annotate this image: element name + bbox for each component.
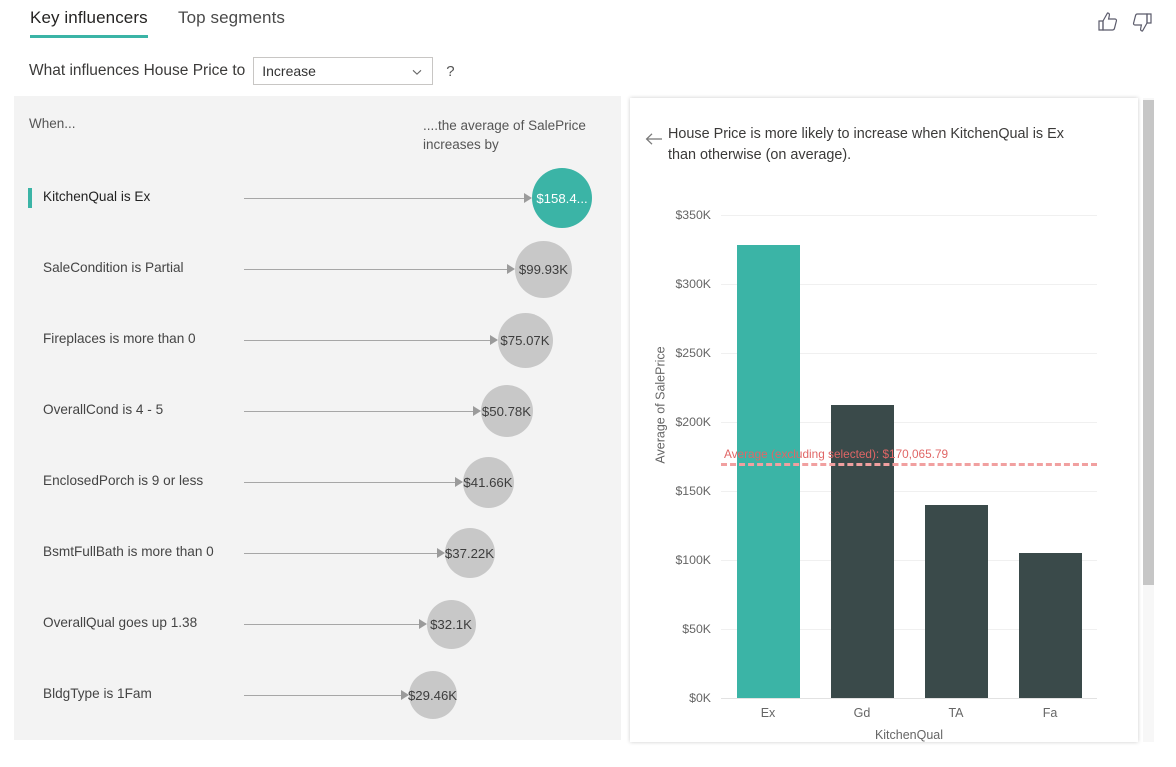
y-axis-tick-label: $100K [643,553,711,567]
influence-direction-dropdown[interactable]: Increase [253,57,433,85]
y-axis-tick-label: $250K [643,346,711,360]
column-header-when: When... [29,116,76,131]
influencer-row[interactable]: BldgType is 1Fam $29.46K [14,663,621,734]
influencer-label: OverallQual goes up 1.38 [43,615,197,630]
influencer-value-bubble[interactable]: $37.22K [445,528,495,578]
influencer-label: OverallCond is 4 - 5 [43,402,163,417]
chart-bar[interactable] [1019,553,1082,698]
influencer-value-bubble[interactable]: $99.93K [515,241,572,298]
influencer-value-bubble[interactable]: $41.66K [463,457,514,508]
influencer-row[interactable]: BsmtFullBath is more than 0 $37.22K [14,521,621,592]
question-label: What influences House Price to [29,62,245,80]
average-reference-label: Average (excluding selected): $170,065.7… [724,447,948,461]
connector-line [244,198,524,199]
connector-line [244,269,507,270]
kitchenqual-bar-chart: Average of SalePrice $0K $50K $100K $150K $2… [630,98,1138,742]
y-axis-tick-label: $200K [643,415,711,429]
selected-indicator [28,188,32,208]
y-axis-tick-label: $0K [643,691,711,705]
average-reference-line [721,463,1097,466]
x-axis-tick-label: Fa [1043,706,1058,720]
arrow-head-icon [473,406,481,416]
influencer-label: BldgType is 1Fam [43,686,152,701]
influencer-value-bubble[interactable]: $29.46K [409,671,457,719]
arrow-head-icon [419,619,427,629]
influencer-row[interactable]: OverallQual goes up 1.38 $32.1K [14,592,621,663]
y-axis-tick-label: $300K [643,277,711,291]
connector-line [244,695,401,696]
arrow-head-icon [455,477,463,487]
thumbs-down-icon[interactable] [1130,10,1154,34]
detail-card: House Price is more likely to increase w… [630,98,1138,742]
tab-bar: Key influencers Top segments [0,0,1176,46]
tab-key-influencers-label: Key influencers [30,8,148,27]
x-axis-title: KitchenQual [721,728,1097,742]
influencer-value-bubble[interactable]: $158.4... [532,168,592,228]
y-axis-title: Average of SalePrice [654,346,668,463]
y-axis-tick-label: $150K [643,484,711,498]
tab-top-segments[interactable]: Top segments [178,8,285,35]
influencer-label: Fireplaces is more than 0 [43,331,196,346]
connector-line [244,624,419,625]
chevron-down-icon [411,65,423,77]
influencer-row[interactable]: EnclosedPorch is 9 or less $41.66K [14,450,621,521]
influencer-label: SaleCondition is Partial [43,260,184,275]
influencer-row[interactable]: KitchenQual is Ex $158.4... [14,166,621,237]
question-row: What influences House Price to Increase … [29,57,455,85]
connector-line [244,553,437,554]
vertical-scrollbar-thumb[interactable] [1143,100,1154,585]
connector-line [244,411,473,412]
influencer-value-bubble[interactable]: $75.07K [498,313,553,368]
influencer-row[interactable]: SaleCondition is Partial $99.93K [14,237,621,308]
column-header-effect: ....the average of SalePrice increases b… [423,116,603,154]
x-axis-tick-label: Ex [761,706,776,720]
influencer-label: BsmtFullBath is more than 0 [43,544,214,559]
x-axis-tick-label: TA [948,706,963,720]
tab-key-influencers[interactable]: Key influencers [30,8,148,38]
influencer-label: KitchenQual is Ex [43,189,150,204]
influencer-label: EnclosedPorch is 9 or less [43,473,203,488]
arrow-head-icon [490,335,498,345]
influencer-value-bubble[interactable]: $50.78K [481,385,533,437]
y-axis-tick-label: $350K [643,208,711,222]
connector-line [244,340,490,341]
chart-bar[interactable] [925,505,988,698]
tab-top-segments-label: Top segments [178,8,285,27]
help-link[interactable]: ? [446,63,454,80]
influencer-row[interactable]: OverallCond is 4 - 5 $50.78K [14,379,621,450]
feedback-buttons [1096,10,1154,34]
arrow-head-icon [507,264,515,274]
influencer-row[interactable]: Fireplaces is more than 0 $75.07K [14,308,621,379]
x-axis-tick-label: Gd [854,706,871,720]
y-axis-tick-label: $50K [643,622,711,636]
thumbs-up-icon[interactable] [1096,10,1120,34]
arrow-head-icon [524,193,532,203]
connector-line [244,482,455,483]
influence-direction-value: Increase [262,63,316,79]
gridline [721,215,1097,216]
influencers-panel: When... ....the average of SalePrice inc… [14,96,621,740]
x-axis-line [721,698,1097,699]
influencer-value-bubble[interactable]: $32.1K [427,600,476,649]
chart-bar[interactable] [737,245,800,698]
arrow-head-icon [437,548,445,558]
